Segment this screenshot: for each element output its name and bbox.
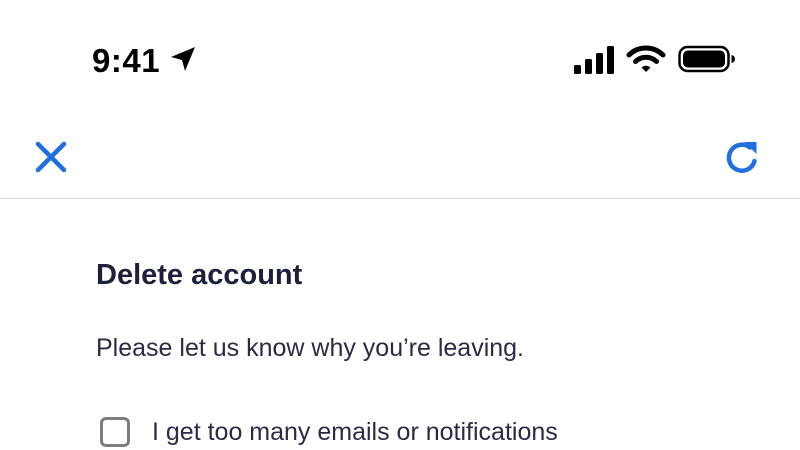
- location-arrow-icon: [171, 47, 195, 71]
- reason-checkbox[interactable]: [100, 417, 130, 447]
- reason-option-label: I get too many emails or notifications: [152, 418, 558, 446]
- status-bar: 9:41: [0, 0, 800, 110]
- cellular-signal-icon: [574, 46, 614, 74]
- page-subtitle: Please let us know why you’re leaving.: [96, 334, 525, 362]
- reason-option-too-many-emails[interactable]: I get too many emails or notifications: [100, 414, 558, 450]
- close-icon[interactable]: [30, 136, 72, 178]
- status-time: 9:41: [92, 42, 161, 79]
- refresh-icon[interactable]: [720, 136, 764, 180]
- battery-icon: [678, 45, 735, 73]
- navigation-bar: [0, 110, 800, 199]
- wifi-icon: [626, 45, 666, 72]
- delete-account-screen: 9:41 Delete account Please let us know w…: [0, 0, 800, 450]
- page-title: Delete account: [96, 259, 303, 291]
